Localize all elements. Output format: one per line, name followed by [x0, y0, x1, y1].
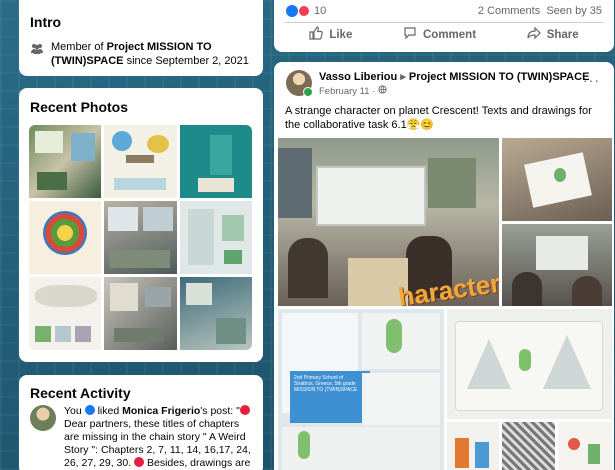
reaction-summary[interactable]: 10 [286, 5, 326, 17]
photo-caption: 2nd Primary School of Strathos, Greece, … [294, 375, 358, 393]
thumbs-up-icon [309, 26, 324, 43]
recent-activity-title: Recent Activity [30, 385, 131, 401]
post-stats: 2 Comments Seen by 35 [478, 5, 602, 17]
like-label: Like [329, 28, 353, 41]
post-author-link[interactable]: Vasso Liberiou [319, 71, 397, 83]
photo-thumbnail[interactable] [104, 277, 177, 350]
red-circle-icon [239, 405, 250, 415]
intro-card: Intro Member of Project MISSION TO (TWIN… [19, 0, 263, 76]
activity-post-prefix: 's post: " [200, 405, 240, 417]
photo-thumbnail[interactable] [179, 277, 252, 350]
post-header: Vasso Liberiou ▸ Project MISSION TO (TWI… [286, 70, 589, 97]
photo-thumbnail[interactable] [104, 125, 177, 198]
share-button[interactable]: Share [527, 26, 579, 43]
avatar[interactable] [286, 70, 313, 97]
photo-thumbnail[interactable] [29, 125, 102, 198]
drawing-photo[interactable] [447, 422, 499, 470]
love-reaction-icon [298, 5, 310, 17]
like-icon [84, 405, 95, 415]
recent-activity-card: Recent Activity You liked Monica Frigeri… [19, 375, 263, 470]
comments-count[interactable]: 2 Comments [478, 5, 540, 17]
activity-actor: You [64, 405, 82, 417]
seen-count[interactable]: Seen by 35 [546, 5, 602, 17]
classroom-photo[interactable] [502, 224, 612, 306]
post-date-row: February 11 · [319, 85, 589, 97]
post-photo-collage: haracter 2nd Primary School of Strathos,… [278, 138, 612, 470]
post-author-line: Vasso Liberiou ▸ Project MISSION TO (TWI… [319, 70, 589, 83]
drawing-photo[interactable] [502, 422, 555, 470]
post-text: A strange character on planet Crescent! … [285, 105, 592, 131]
drawing-photo[interactable] [447, 309, 612, 419]
reaction-count: 10 [314, 5, 327, 17]
intro-title: Intro [30, 14, 62, 30]
arrow-icon: ▸ [400, 71, 406, 83]
recent-photos-title: Recent Photos [30, 99, 129, 115]
comment-button[interactable]: Comment [403, 26, 476, 43]
photo-thumbnail[interactable] [179, 125, 252, 198]
more-options-button[interactable]: ··· [583, 72, 600, 88]
activity-item[interactable]: You liked Monica Frigerio's post: " Dear… [30, 405, 254, 470]
avatar [30, 405, 56, 431]
globe-icon [378, 85, 387, 97]
group-icon [30, 42, 44, 54]
member-since: since September 2, 2021 [126, 55, 249, 67]
photo-thumbnail[interactable] [104, 201, 177, 274]
share-label: Share [546, 28, 579, 41]
comment-label: Comment [423, 28, 477, 41]
previous-post-footer: 10 2 Comments Seen by 35 Like Comment Sh… [274, 0, 614, 52]
post-actions: Like Comment Share [284, 26, 604, 43]
photo-thumbnail[interactable] [179, 201, 252, 274]
drawing-photo[interactable]: 2nd Primary School of Strathos, Greece, … [278, 309, 444, 470]
share-icon [527, 26, 541, 43]
photo-grid [29, 125, 252, 350]
red-circle-icon [134, 457, 145, 467]
activity-verb: liked [97, 405, 120, 417]
post-date[interactable]: February 11 · [319, 86, 375, 97]
intro-membership-row: Member of Project MISSION TO (TWIN)SPACE… [30, 40, 251, 68]
recent-photos-card: Recent Photos [19, 88, 263, 362]
drawing-photo[interactable] [558, 422, 612, 470]
like-button[interactable]: Like [309, 26, 352, 43]
classroom-photo[interactable]: haracter [278, 138, 499, 306]
photo-thumbnail[interactable] [29, 277, 102, 350]
group-post: Vasso Liberiou ▸ Project MISSION TO (TWI… [274, 62, 614, 470]
divider [284, 22, 604, 23]
like-reaction-icon [286, 5, 298, 17]
photo-thumbnail[interactable] [29, 201, 102, 274]
activity-person-link[interactable]: Monica Frigerio [122, 405, 200, 417]
comment-icon [403, 26, 417, 43]
classroom-photo[interactable] [502, 138, 612, 221]
post-group-link[interactable]: Project MISSION TO (TWIN)SPACE [409, 71, 590, 83]
activity-text: You liked Monica Frigerio's post: " Dear… [64, 405, 254, 470]
member-prefix: Member of [51, 41, 104, 53]
